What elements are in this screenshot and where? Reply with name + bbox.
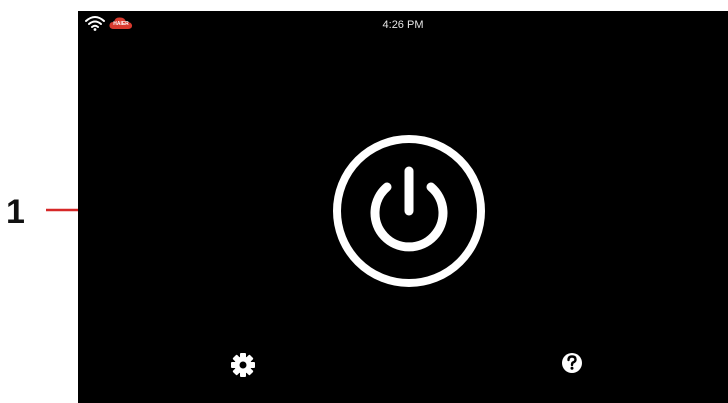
- settings-button[interactable]: [228, 350, 258, 380]
- help-icon: [562, 353, 582, 373]
- help-button[interactable]: [559, 350, 585, 376]
- callout-number: 1: [6, 193, 25, 231]
- power-button[interactable]: [331, 133, 487, 289]
- clock: 4:26 PM: [382, 19, 424, 31]
- figure: 1 HAIER 4:26 PM: [0, 0, 728, 403]
- status-bar: HAIER 4:26 PM: [78, 11, 728, 39]
- device-screen: HAIER 4:26 PM: [78, 11, 728, 403]
- power-icon: [333, 135, 485, 287]
- gear-icon: [231, 353, 255, 377]
